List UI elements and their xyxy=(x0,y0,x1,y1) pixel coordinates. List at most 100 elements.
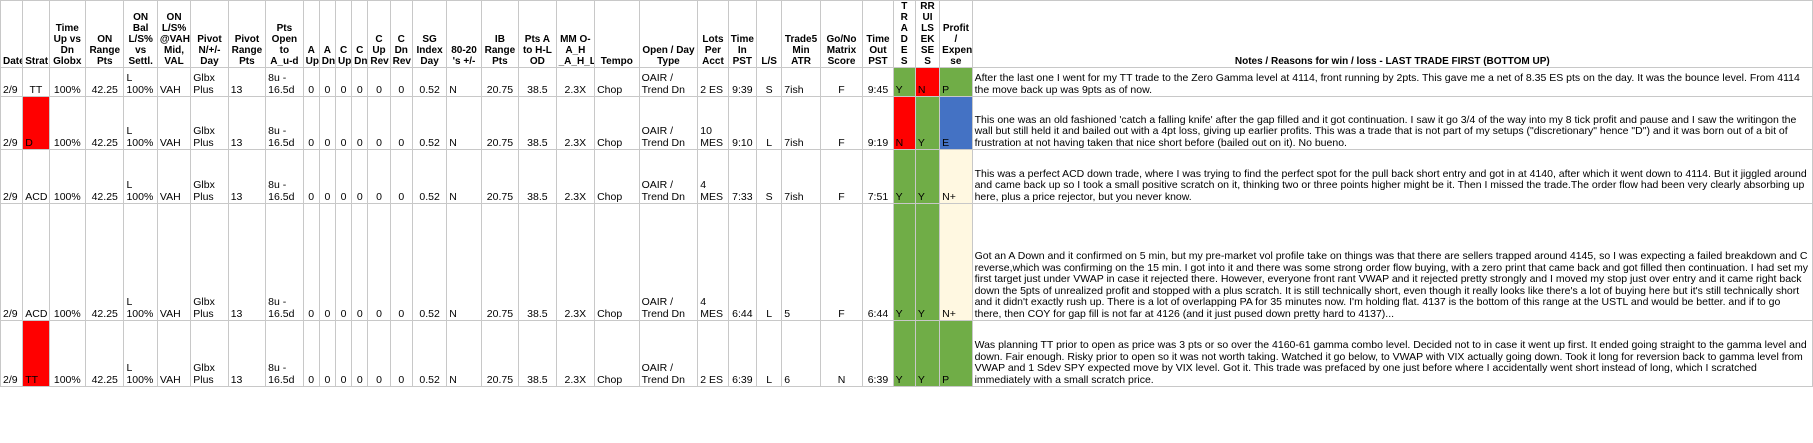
cell-on-vah[interactable]: VAH xyxy=(156,96,192,150)
cell-trades[interactable]: Y xyxy=(892,149,916,204)
cell-pivot-range[interactable]: 13 xyxy=(227,149,267,204)
header-tempo[interactable]: Tempo xyxy=(594,0,640,68)
cell-tempo[interactable]: Chop xyxy=(594,320,640,387)
header-pivot-range[interactable]: Pivot Range Pts xyxy=(227,0,267,68)
cell-c-dn-rev[interactable]: 0 xyxy=(389,203,413,321)
cell-c-dn[interactable]: 0 xyxy=(351,96,369,150)
cell-tempo[interactable]: Chop xyxy=(594,96,640,150)
cell-note[interactable]: Was planning TT prior to open as price w… xyxy=(971,320,1813,387)
cell-go-no[interactable]: F xyxy=(819,203,864,321)
cell-pts-open[interactable]: 8u -16.5d xyxy=(265,320,304,387)
cell-c-dn-rev[interactable]: 0 xyxy=(389,149,413,204)
header-c-dn[interactable]: C Dn xyxy=(351,0,369,68)
cell-trade5[interactable]: 6 xyxy=(781,320,821,387)
cell-pivot[interactable]: Glbx Plus xyxy=(190,149,229,204)
cell-date[interactable]: 2/9 xyxy=(0,149,24,204)
header-time-up-dn[interactable]: Time Up vs Dn Globx xyxy=(48,0,87,68)
cell-c-dn[interactable]: 0 xyxy=(351,203,369,321)
cell-a-dn[interactable]: 0 xyxy=(318,149,336,204)
cell-on-range[interactable]: 42.25 xyxy=(85,320,125,387)
cell-time-in[interactable]: 9:10 xyxy=(727,96,758,150)
cell-c-dn-rev[interactable]: 0 xyxy=(389,67,413,97)
cell-strat[interactable]: ACD xyxy=(22,149,50,204)
cell-c-dn[interactable]: 0 xyxy=(351,320,369,387)
header-on-range[interactable]: ON Range Pts xyxy=(85,0,125,68)
cell-pts-open[interactable]: 8u -16.5d xyxy=(265,149,304,204)
cell-trades[interactable]: Y xyxy=(892,203,916,321)
cell-pts-a-hl[interactable]: 38.5 xyxy=(518,320,557,387)
cell-tempo[interactable]: Chop xyxy=(594,149,640,204)
header-date[interactable]: Date xyxy=(0,0,24,68)
cell-mm[interactable]: 2.3X xyxy=(555,96,596,150)
header-go-no[interactable]: Go/No Matrix Score xyxy=(819,0,864,68)
cell-rules[interactable]: Y xyxy=(914,320,941,387)
cell-note[interactable]: Got an A Down and it confirmed on 5 min,… xyxy=(971,203,1813,321)
cell-date[interactable]: 2/9 xyxy=(0,67,24,97)
cell-strat[interactable]: D xyxy=(22,96,50,150)
header-a-up[interactable]: A Up xyxy=(302,0,320,68)
cell-pivot-range[interactable]: 13 xyxy=(227,203,267,321)
cell-time-in[interactable]: 9:39 xyxy=(727,67,758,97)
header-mm[interactable]: MM O-A_H _A_H_L xyxy=(555,0,596,68)
header-c-dn-rev[interactable]: C Dn Rev xyxy=(389,0,413,68)
cell-ls[interactable]: L xyxy=(755,203,783,321)
cell-ib-range[interactable]: 20.75 xyxy=(480,67,520,97)
cell-c-up[interactable]: 0 xyxy=(334,203,353,321)
cell-time-in[interactable]: 6:44 xyxy=(727,203,758,321)
cell-date[interactable]: 2/9 xyxy=(0,320,24,387)
cell-trades[interactable]: N xyxy=(892,96,916,150)
cell-ib-range[interactable]: 20.75 xyxy=(480,96,520,150)
cell-lots[interactable]: 4 MES xyxy=(697,203,729,321)
cell-go-no[interactable]: F xyxy=(819,149,864,204)
header-profit[interactable]: Profit / Expen se xyxy=(939,0,973,68)
cell-pts-a-hl[interactable]: 38.5 xyxy=(518,96,557,150)
cell-profit[interactable]: P xyxy=(939,320,973,387)
cell-time-in[interactable]: 7:33 xyxy=(727,149,758,204)
header-pts-a-hl[interactable]: Pts A to H-L OD xyxy=(518,0,557,68)
cell-time-out[interactable]: 9:45 xyxy=(862,67,894,97)
cell-ib-range[interactable]: 20.75 xyxy=(480,203,520,321)
cell-c-up[interactable]: 0 xyxy=(334,96,353,150)
cell-ls[interactable]: L xyxy=(755,96,783,150)
cell-open-day-type[interactable]: OAIR / Trend Dn xyxy=(638,203,699,321)
header-notes[interactable]: Notes / Reasons for win / loss - LAST TR… xyxy=(971,0,1813,68)
header-sg-index[interactable]: SG Index Day xyxy=(411,0,448,68)
cell-go-no[interactable]: F xyxy=(819,67,864,97)
cell-lots[interactable]: 4 MES xyxy=(697,149,729,204)
cell-mm[interactable]: 2.3X xyxy=(555,320,596,387)
header-a-dn[interactable]: A Dn xyxy=(318,0,336,68)
header-pts-open[interactable]: Pts Open to A_u-d xyxy=(265,0,304,68)
cell-rules[interactable]: Y xyxy=(914,96,941,150)
header-lots[interactable]: Lots Per Acct xyxy=(697,0,729,68)
cell-time-up-dn[interactable]: 100% xyxy=(48,203,87,321)
cell-open-day-type[interactable]: OAIR / Trend Dn xyxy=(638,67,699,97)
cell-lots[interactable]: 2 ES xyxy=(697,67,729,97)
cell-a-dn[interactable]: 0 xyxy=(318,320,336,387)
cell-profit[interactable]: E xyxy=(939,96,973,150)
header-time-out[interactable]: Time Out PST xyxy=(862,0,894,68)
cell-trade5[interactable]: 7ish xyxy=(781,67,821,97)
cell-pts-a-hl[interactable]: 38.5 xyxy=(518,67,557,97)
cell-c-up-rev[interactable]: 0 xyxy=(367,320,391,387)
cell-pivot-range[interactable]: 13 xyxy=(227,67,267,97)
cell-sg-index[interactable]: 0.52 xyxy=(411,96,448,150)
cell-trades[interactable]: Y xyxy=(892,320,916,387)
cell-on-range[interactable]: 42.25 xyxy=(85,203,125,321)
cell-rules[interactable]: N xyxy=(914,67,941,97)
header-c-up[interactable]: C Up xyxy=(334,0,353,68)
cell-eighty-twenty[interactable]: N xyxy=(446,149,482,204)
cell-note[interactable]: This one was an old fashioned 'catch a f… xyxy=(971,96,1813,150)
cell-pivot[interactable]: Glbx Plus xyxy=(190,96,229,150)
cell-on-bal[interactable]: L 100% xyxy=(123,320,158,387)
cell-ib-range[interactable]: 20.75 xyxy=(480,149,520,204)
header-ib-range[interactable]: IB Range Pts xyxy=(480,0,520,68)
cell-strat[interactable]: ACD xyxy=(22,203,50,321)
cell-time-out[interactable]: 9:19 xyxy=(862,96,894,150)
cell-date[interactable]: 2/9 xyxy=(0,96,24,150)
cell-c-up-rev[interactable]: 0 xyxy=(367,149,391,204)
cell-eighty-twenty[interactable]: N xyxy=(446,203,482,321)
cell-time-in[interactable]: 6:39 xyxy=(727,320,758,387)
cell-sg-index[interactable]: 0.52 xyxy=(411,149,448,204)
header-c-up-rev[interactable]: C Up Rev xyxy=(367,0,391,68)
cell-open-day-type[interactable]: OAIR / Trend Dn xyxy=(638,96,699,150)
